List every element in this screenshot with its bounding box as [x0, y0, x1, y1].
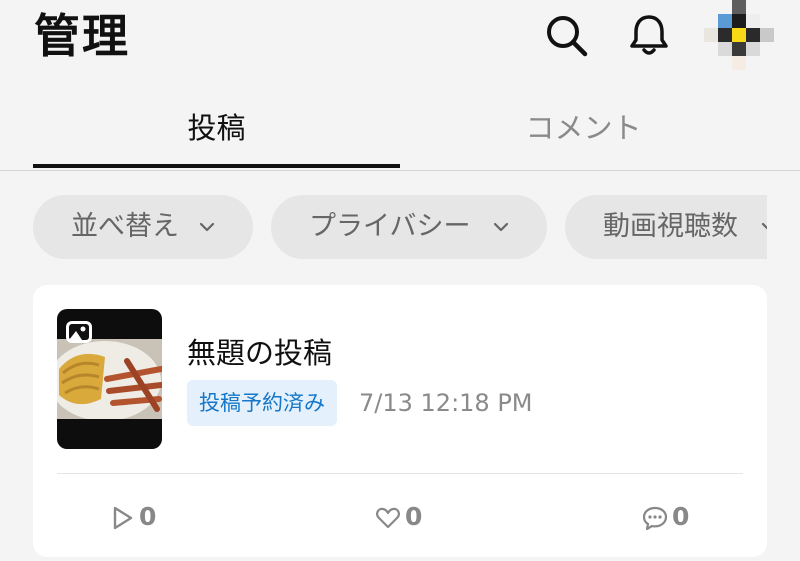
comments-stat: 0	[642, 499, 702, 535]
tab-bar: 投稿 コメント	[0, 96, 800, 171]
chevron-down-icon	[493, 222, 509, 232]
comments-count: 0	[672, 502, 690, 531]
food-photo	[57, 339, 162, 419]
tab-posts[interactable]: 投稿	[33, 96, 400, 168]
post-thumbnail[interactable]	[57, 309, 162, 449]
likes-stat: 0	[375, 499, 435, 535]
bell-icon[interactable]	[626, 12, 672, 58]
post-date: 7/13 12:18 PM	[359, 389, 533, 417]
heart-icon	[376, 507, 400, 529]
post-card[interactable]: 無題の投稿 投稿予約済み 7/13 12:18 PM 0 0 0	[33, 285, 767, 557]
header: 管理	[0, 0, 800, 80]
chevron-down-icon	[199, 222, 215, 232]
page-title: 管理	[34, 9, 130, 63]
post-title[interactable]: 無題の投稿	[187, 335, 332, 371]
views-count: 0	[139, 502, 157, 531]
sort-filter-label: 並べ替え	[71, 211, 179, 242]
tab-comments[interactable]: コメント	[400, 96, 767, 168]
likes-count: 0	[405, 502, 423, 531]
privacy-filter-button[interactable]: プライバシー	[271, 195, 547, 259]
filter-scroll-edge	[767, 195, 800, 261]
active-tab-indicator	[33, 164, 400, 168]
search-icon[interactable]	[543, 12, 589, 58]
play-icon	[113, 506, 133, 530]
avatar[interactable]	[704, 0, 774, 70]
filter-bar: 並べ替え プライバシー 動画視聴数	[0, 195, 800, 261]
privacy-filter-label: プライバシー	[309, 211, 471, 242]
views-filter-label: 動画視聴数	[603, 211, 738, 242]
comment-icon	[642, 506, 668, 531]
views-filter-button[interactable]: 動画視聴数	[565, 195, 800, 259]
image-icon	[66, 321, 92, 343]
status-badge: 投稿予約済み	[187, 380, 337, 426]
divider	[57, 473, 743, 474]
views-stat: 0	[109, 499, 169, 535]
sort-filter-button[interactable]: 並べ替え	[33, 195, 253, 259]
